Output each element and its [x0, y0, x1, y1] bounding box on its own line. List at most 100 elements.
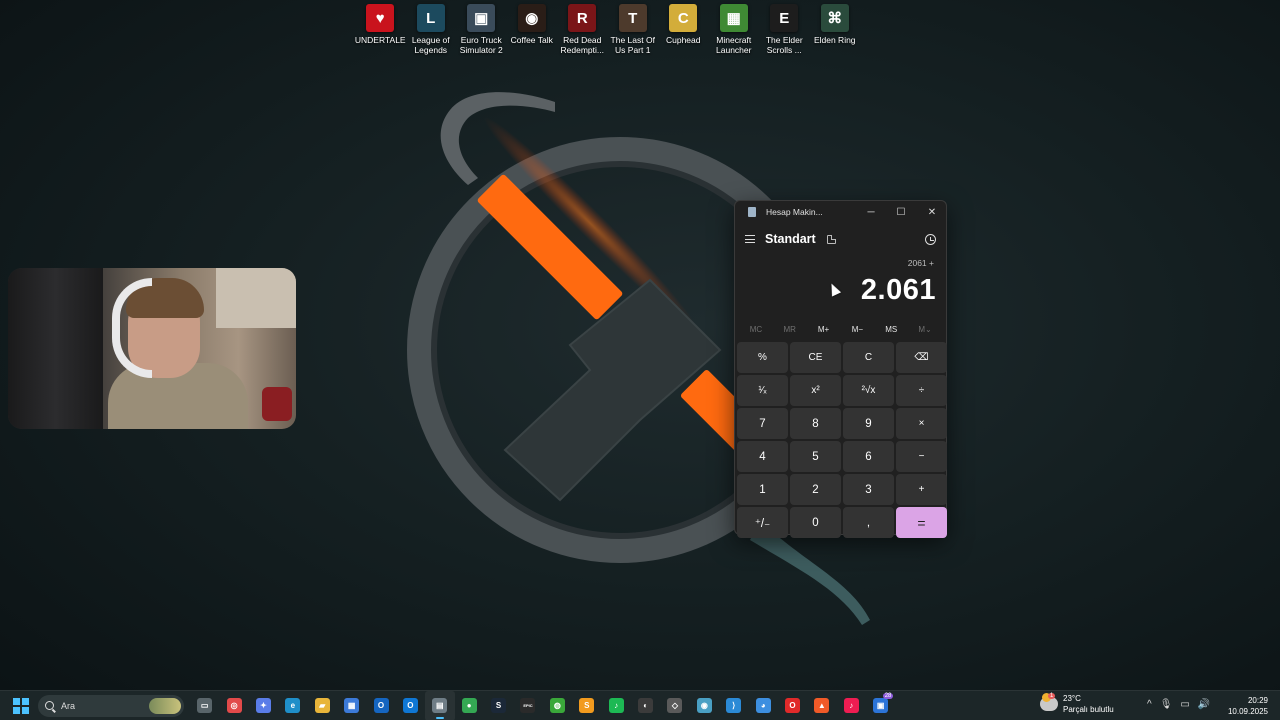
desktop-icon-elden-ring[interactable]: ⌘ Elden Ring — [810, 4, 861, 55]
taskbar-app-xbox-like[interactable]: ◍ — [543, 691, 572, 720]
taskbar-app-brave[interactable]: ▲ — [807, 691, 836, 720]
desktop-icon-the-last-of-us[interactable]: T The Last Of Us Part 1 — [608, 4, 659, 55]
digit-6-button[interactable]: 6 — [843, 441, 894, 472]
reciprocal-button[interactable]: ¹⁄ₓ — [737, 375, 788, 406]
taskbar-app-store[interactable]: ▦ — [337, 691, 366, 720]
taskbar-app-chrome-game[interactable]: ◎ — [219, 691, 248, 720]
volume-icon[interactable]: 🔊 — [1198, 699, 1210, 710]
globe-icon: ◉ — [696, 698, 712, 713]
taskbar-app-vscode[interactable]: ⟩ — [719, 691, 748, 720]
taskbar-app-steam[interactable]: S — [484, 691, 513, 720]
desktop-icons: ♥ UNDERTALE L League of Legends ▣ Euro T… — [355, 4, 860, 55]
multiply-button[interactable]: × — [896, 408, 947, 439]
network-icon[interactable]: ▭ — [1180, 699, 1189, 710]
memory-list-button[interactable]: M⌄ — [908, 325, 942, 334]
clock-time: 20:29 — [1247, 696, 1268, 705]
calculator-titlebar[interactable]: Hesap Makin... ─ ☐ ✕ — [735, 201, 946, 223]
negate-button[interactable]: ⁺/₋ — [737, 507, 788, 538]
taskbar-app-outlook[interactable]: O — [366, 691, 395, 720]
memory-recall-button[interactable]: MR — [773, 325, 807, 334]
calculator-header: Standart — [735, 223, 946, 255]
taskbar-app-outlook-new[interactable]: O — [396, 691, 425, 720]
taskbar-app-obs[interactable]: ◐ — [631, 691, 660, 720]
taskbar-app-chrome[interactable]: ● — [455, 691, 484, 720]
memory-row: MC MR M+ M− MS M⌄ — [735, 320, 946, 338]
digit-4-button[interactable]: 4 — [737, 441, 788, 472]
taskbar-app-opera[interactable]: O — [778, 691, 807, 720]
desktop-icon-elder-scrolls[interactable]: E The Elder Scrolls ... — [759, 4, 810, 55]
percent-button[interactable]: % — [737, 342, 788, 373]
history-icon[interactable] — [925, 234, 936, 245]
close-button[interactable]: ✕ — [917, 201, 947, 223]
desktop-icon-minecraft-launcher[interactable]: ▦ Minecraft Launcher — [709, 4, 760, 55]
taskbar-app-tiktok[interactable]: ♪ — [837, 691, 866, 720]
league-of-legends-icon: L — [416, 4, 445, 32]
add-button[interactable]: + — [896, 474, 947, 505]
memory-add-button[interactable]: M+ — [807, 325, 841, 334]
cuphead-icon: C — [669, 4, 698, 32]
digit-9-button[interactable]: 9 — [843, 408, 894, 439]
desktop-icon-undertale[interactable]: ♥ UNDERTALE — [355, 4, 406, 55]
desktop-icon-euro-truck-simulator-2[interactable]: ▣ Euro Truck Simulator 2 — [456, 4, 507, 55]
backspace-button[interactable]: ⌫ — [896, 342, 947, 373]
undertale-icon: ♥ — [366, 4, 395, 32]
keep-on-top-icon[interactable] — [826, 234, 836, 244]
taskbar-app-file-explorer[interactable]: ▰ — [308, 691, 337, 720]
calculator-mode-title: Standart — [765, 232, 816, 246]
desktop-icon-red-dead-redemption[interactable]: R Red Dead Redempti... — [557, 4, 608, 55]
taskbar-app-whale-app[interactable]: ◕ — [748, 691, 777, 720]
windows-logo-icon — [13, 706, 20, 714]
clear-button[interactable]: C — [843, 342, 894, 373]
memory-clear-button[interactable]: MC — [739, 325, 773, 334]
taskbar-apps: ▭ ◎ ✦ e ▰ ▦ O O ▤ ● S EPIC ◍ S ♪ ◐ ◇ ◉ ⟩ ◕ O ▲ ♪ ▣ 28 — [190, 690, 895, 720]
taskbar-app-copilot[interactable]: ✦ — [249, 691, 278, 720]
equals-button[interactable]: = — [896, 507, 947, 538]
red-dead-icon: R — [568, 4, 597, 32]
chevron-up-icon[interactable]: ^ — [1147, 699, 1152, 710]
maximize-button[interactable]: ☐ — [886, 201, 916, 223]
desktop-icon-label: Red Dead Redempti... — [560, 35, 604, 55]
memory-store-button[interactable]: MS — [874, 325, 908, 334]
desktop-icon-label: Elden Ring — [813, 35, 856, 45]
taskbar-app-globe[interactable]: ◉ — [690, 691, 719, 720]
desktop-icon-coffee-talk[interactable]: ◉ Coffee Talk — [507, 4, 558, 55]
microphone-icon[interactable]: 🎙 — [1160, 699, 1173, 710]
taskbar-app-edge[interactable]: e — [278, 691, 307, 720]
weather-widget[interactable]: 1 23°C Parçalı bulutlu — [1040, 693, 1114, 715]
desktop-icon-cuphead[interactable]: C Cuphead — [658, 4, 709, 55]
digit-2-button[interactable]: 2 — [790, 474, 841, 505]
digit-5-button[interactable]: 5 — [790, 441, 841, 472]
search-icon — [45, 701, 54, 710]
digit-0-button[interactable]: 0 — [790, 507, 841, 538]
digit-8-button[interactable]: 8 — [790, 408, 841, 439]
desktop-icon-label: The Elder Scrolls ... — [765, 35, 803, 55]
taskbar-app-discord-like[interactable]: ▣ 28 — [866, 691, 895, 720]
digit-3-button[interactable]: 3 — [843, 474, 894, 505]
weather-condition: Parçalı bulutlu — [1063, 705, 1114, 714]
minimize-button[interactable]: ─ — [856, 201, 886, 223]
digit-7-button[interactable]: 7 — [737, 408, 788, 439]
taskbar-app-unity-like[interactable]: ◇ — [660, 691, 689, 720]
decimal-button[interactable]: , — [843, 507, 894, 538]
digit-1-button[interactable]: 1 — [737, 474, 788, 505]
headphone-icon — [112, 278, 152, 378]
taskbar-clock[interactable]: 20:29 10.09.2025 — [1228, 695, 1268, 717]
taskbar-app-spotify[interactable]: ♪ — [601, 691, 630, 720]
windows-logo-icon — [22, 697, 29, 705]
taskbar-app-calculator[interactable]: ▤ — [425, 690, 455, 720]
square-root-button[interactable]: ²√x — [843, 375, 894, 406]
subtract-button[interactable]: − — [896, 441, 947, 472]
divide-button[interactable]: ÷ — [896, 375, 947, 406]
taskbar-app-task-view[interactable]: ▭ — [190, 691, 219, 720]
sublime-icon: S — [579, 698, 595, 713]
taskbar-app-epic-games[interactable]: EPIC — [513, 691, 542, 720]
square-button[interactable]: x² — [790, 375, 841, 406]
desktop-icon-league-of-legends[interactable]: L League of Legends — [406, 4, 457, 55]
taskbar-search[interactable]: Ara — [38, 694, 184, 717]
desktop-icon-label: Euro Truck Simulator 2 — [459, 35, 503, 55]
clear-entry-button[interactable]: CE — [790, 342, 841, 373]
start-button[interactable] — [13, 697, 29, 714]
memory-subtract-button[interactable]: M− — [840, 325, 874, 334]
taskbar-app-sublime[interactable]: S — [572, 691, 601, 720]
hamburger-menu-icon[interactable] — [745, 235, 755, 243]
